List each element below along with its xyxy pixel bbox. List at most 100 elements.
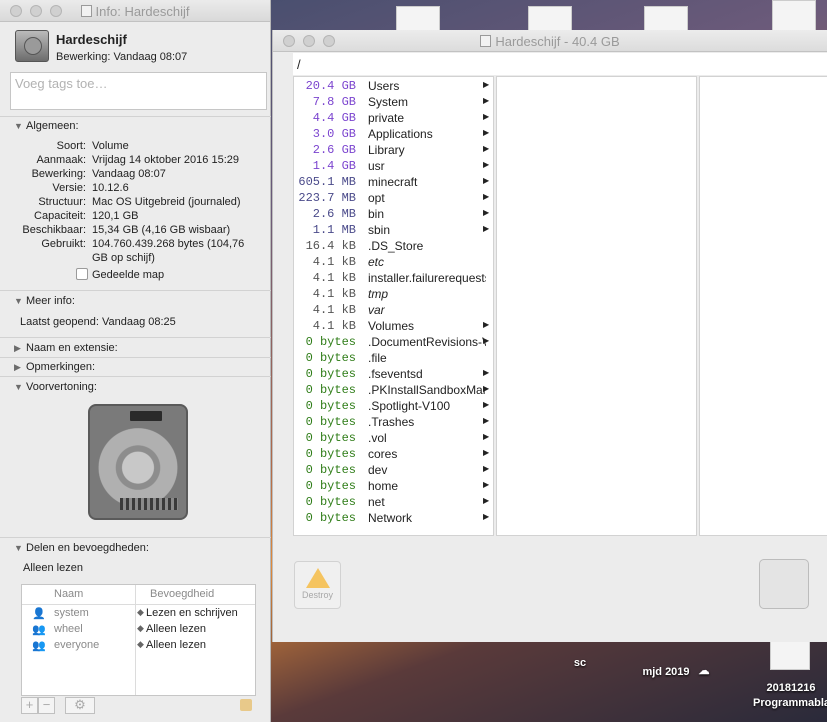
file-size: 1.1 MB	[312, 223, 356, 237]
file-size: 2.6 MB	[312, 207, 356, 221]
file-name: .fseventsd	[368, 367, 423, 381]
file-row[interactable]: 4.1 kB tmp	[294, 287, 493, 303]
file-row[interactable]: 4.1 kB etc	[294, 255, 493, 271]
item-modified: Bewerking: Vandaag 08:07	[56, 51, 188, 63]
file-row[interactable]: 1.4 GB usr ▶	[294, 159, 493, 175]
file-row[interactable]: 4.1 kB var	[294, 303, 493, 319]
file-row[interactable]: 4.1 kB Volumes ▶	[294, 319, 493, 335]
section-name-extension[interactable]: ▶ Naam en extensie:	[14, 342, 118, 354]
section-comments[interactable]: ▶ Opmerkingen:	[14, 361, 95, 373]
desktop-item-label[interactable]: sc	[570, 657, 590, 669]
desktop-file-icon[interactable]	[396, 6, 440, 32]
file-row[interactable]: 0 bytes net ▶	[294, 495, 493, 511]
column-header-privilege[interactable]: Bevoegdheid	[150, 588, 214, 600]
file-name: Users	[368, 79, 400, 93]
file-name: minecraft	[368, 175, 418, 189]
file-size: 4.1 kB	[312, 271, 356, 285]
file-size: 0 bytes	[305, 351, 356, 365]
file-row[interactable]: 0 bytes .PKInstallSandboxManager▶	[294, 383, 493, 399]
desktop-file-icon[interactable]	[644, 6, 688, 32]
folder-arrow-icon: ▶	[483, 112, 490, 121]
disclosure-open-icon: ▼	[14, 543, 23, 553]
lock-icon[interactable]	[240, 699, 252, 711]
chevron-updown-icon[interactable]: ◆	[137, 623, 144, 634]
file-row[interactable]: 0 bytes Network ▶	[294, 511, 493, 527]
permission-privilege[interactable]: Alleen lezen	[146, 639, 206, 651]
permission-row[interactable]: 👥 wheel ◆ Alleen lezen	[22, 621, 255, 637]
desktop-item-label[interactable]: Programmabla	[753, 697, 827, 709]
file-name: var	[368, 303, 385, 317]
file-name: Volumes	[368, 319, 415, 333]
desktop-file-icon[interactable]	[528, 6, 572, 32]
permission-row[interactable]: 👥 everyone ◆ Alleen lezen	[22, 637, 255, 653]
file-row[interactable]: 4.4 GB private ▶	[294, 111, 493, 127]
file-name: .Spotlight-V100	[368, 399, 451, 413]
file-row[interactable]: 0 bytes .Trashes ▶	[294, 415, 493, 431]
file-size: 0 bytes	[305, 495, 356, 509]
destroy-button[interactable]: Destroy	[294, 561, 341, 609]
desktop-item-label[interactable]: mjd 2019	[636, 666, 696, 678]
shared-folder-label: Gedeelde map	[92, 269, 165, 281]
permission-privilege[interactable]: Lezen en schrijven	[146, 607, 238, 619]
file-row[interactable]: 0 bytes .file	[294, 351, 493, 367]
file-row[interactable]: 223.7 MB opt ▶	[294, 191, 493, 207]
chevron-updown-icon[interactable]: ◆	[137, 639, 144, 650]
file-row[interactable]: 0 bytes home ▶	[294, 479, 493, 495]
file-size: 0 bytes	[305, 463, 356, 477]
section-sharing-permissions[interactable]: ▼ Delen en bevoegdheden:	[14, 542, 149, 554]
action-button[interactable]	[759, 559, 809, 609]
file-row[interactable]: 0 bytes .vol ▶	[294, 431, 493, 447]
file-row[interactable]: 3.0 GB Applications ▶	[294, 127, 493, 143]
remove-permission-button[interactable]: −	[38, 697, 55, 714]
chevron-updown-icon[interactable]: ◆	[137, 607, 144, 618]
info-titlebar[interactable]: Info: Hardeschijf	[0, 0, 270, 22]
file-row[interactable]: 1.1 MB sbin ▶	[294, 223, 493, 239]
file-row[interactable]: 605.1 MB minecraft ▶	[294, 175, 493, 191]
file-row[interactable]: 20.4 GB Users ▶	[294, 79, 493, 95]
file-row[interactable]: 0 bytes .fseventsd ▶	[294, 367, 493, 383]
file-row[interactable]: 0 bytes dev ▶	[294, 463, 493, 479]
file-row[interactable]: 2.6 MB bin ▶	[294, 207, 493, 223]
file-size: 20.4 GB	[305, 79, 356, 93]
permission-row[interactable]: 👤 system ◆ Lezen en schrijven	[22, 605, 255, 621]
desktop-item-label[interactable]: 20181216	[758, 682, 824, 694]
file-name: .file	[368, 351, 387, 365]
info-value: Mac OS Uitgebreid (journaled)	[92, 196, 241, 208]
folder-arrow-icon: ▶	[483, 432, 490, 441]
everyone-icon: 👥	[32, 640, 46, 652]
section-preview[interactable]: ▼ Voorvertoning:	[14, 381, 97, 393]
file-size: 1.4 GB	[312, 159, 356, 173]
file-column[interactable]: 20.4 GB Users ▶ 7.8 GB System ▶ 4.4 GB private ▶…	[293, 76, 494, 536]
section-general[interactable]: ▼ Algemeen:	[14, 120, 79, 132]
file-row[interactable]: 16.4 kB .DS_Store	[294, 239, 493, 255]
path-bar[interactable]: /	[293, 53, 827, 75]
folder-arrow-icon: ▶	[483, 96, 490, 105]
disk-titlebar[interactable]: Hardeschijf - 40.4 GB	[273, 30, 827, 52]
folder-arrow-icon: ▶	[483, 496, 490, 505]
file-row[interactable]: 2.6 GB Library ▶	[294, 143, 493, 159]
column-header-name[interactable]: Naam	[54, 588, 83, 600]
tags-field[interactable]: Voeg tags toe…	[10, 72, 267, 110]
gear-icon[interactable]: ⚙	[65, 697, 95, 714]
file-row[interactable]: 0 bytes .Spotlight-V100 ▶	[294, 399, 493, 415]
file-row[interactable]: 0 bytes cores ▶	[294, 447, 493, 463]
add-permission-button[interactable]: +	[21, 697, 38, 714]
file-column-empty[interactable]	[699, 76, 827, 536]
file-size: 3.0 GB	[312, 127, 356, 141]
desktop-file-icon[interactable]	[772, 0, 816, 32]
section-more-info[interactable]: ▼ Meer info:	[14, 295, 75, 307]
desktop-file-icon[interactable]	[770, 640, 810, 670]
file-size: 223.7 MB	[298, 191, 356, 205]
file-row[interactable]: 4.1 kB installer.failurerequests	[294, 271, 493, 287]
file-size: 0 bytes	[305, 415, 356, 429]
folder-arrow-icon: ▶	[483, 512, 490, 521]
info-value: 120,1 GB	[92, 210, 139, 222]
permission-privilege[interactable]: Alleen lezen	[146, 623, 206, 635]
file-row[interactable]: 0 bytes .DocumentRevisions-V100▶	[294, 335, 493, 351]
folder-arrow-icon: ▶	[483, 176, 490, 185]
file-column-empty[interactable]	[496, 76, 697, 536]
file-row[interactable]: 7.8 GB System ▶	[294, 95, 493, 111]
file-name: .Trashes	[368, 415, 415, 429]
file-size: 0 bytes	[305, 479, 356, 493]
checkbox[interactable]	[76, 268, 88, 280]
